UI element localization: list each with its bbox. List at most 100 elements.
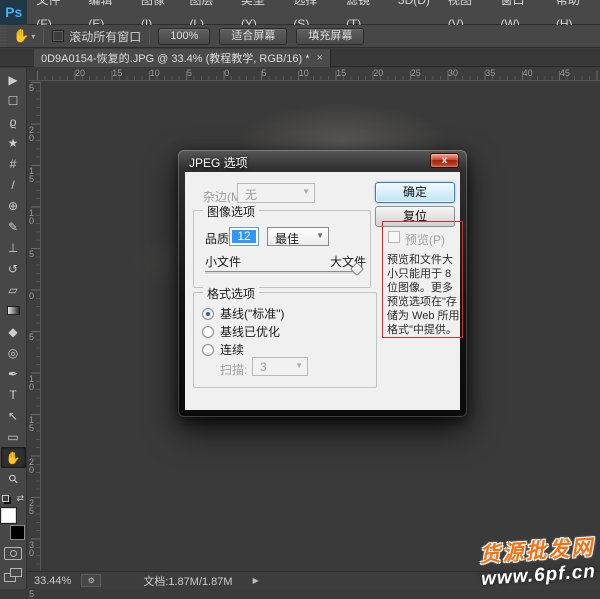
quick-mask-icon: [10, 550, 17, 557]
document-tab-bar: 0D9A0154-恢复的.JPG @ 33.4% (教程教学, RGB/16) …: [0, 49, 600, 67]
zoom-tool[interactable]: ⚲: [1, 468, 26, 489]
clone-stamp-tool-icon: ⊥: [8, 241, 18, 255]
healing-brush-tool-icon: ⊕: [8, 199, 18, 213]
ruler-label: 35: [485, 68, 495, 78]
marquee-tool[interactable]: ☐: [1, 90, 26, 111]
options-bar-button[interactable]: 填充屏幕: [296, 28, 364, 45]
swap-colors-icon[interactable]: ⇄: [16, 493, 24, 504]
type-tool[interactable]: T: [1, 384, 26, 405]
pen-tool[interactable]: ✒: [1, 363, 26, 384]
ruler-label: 30: [448, 68, 458, 78]
chevron-down-icon[interactable]: ▾: [31, 32, 35, 41]
eyedropper-tool[interactable]: /: [1, 174, 26, 195]
hand-tool[interactable]: ✋: [1, 447, 26, 468]
color-mini-row: ⇄: [2, 493, 24, 504]
zoom-tool-icon: ⚲: [5, 470, 21, 486]
brush-tool-icon: ✎: [8, 220, 18, 234]
hand-tool-icon: ✋: [6, 451, 21, 465]
scroll-all-windows-checkbox[interactable]: [52, 30, 64, 42]
color-swatches: [1, 508, 25, 540]
dodge-tool[interactable]: ◎: [1, 342, 26, 363]
move-tool[interactable]: ▶: [1, 69, 26, 90]
document-tab-title: 0D9A0154-恢复的.JPG @ 33.4% (教程教学, RGB/16) …: [41, 50, 310, 66]
radio-button-icon: [202, 308, 214, 320]
quality-preset-dropdown[interactable]: 最佳 ▼: [267, 227, 329, 246]
document-tab[interactable]: 0D9A0154-恢复的.JPG @ 33.4% (教程教学, RGB/16) …: [34, 49, 331, 67]
path-selection-tool[interactable]: ↖: [1, 405, 26, 426]
dialog-title: JPEG 选项: [189, 154, 248, 171]
dropdown-arrow-icon: ▼: [302, 187, 310, 196]
healing-brush-tool[interactable]: ⊕: [1, 195, 26, 216]
brush-tool[interactable]: ✎: [1, 216, 26, 237]
lasso-tool[interactable]: ϱ: [1, 111, 26, 132]
format-radio-option[interactable]: 基线已优化: [202, 323, 280, 340]
gradient-tool[interactable]: [1, 300, 26, 321]
dropdown-arrow-icon: ▼: [316, 231, 324, 240]
format-radio-option[interactable]: 基线("标准"): [202, 305, 285, 322]
dodge-tool-icon: ◎: [8, 346, 18, 360]
clone-stamp-tool[interactable]: ⊥: [1, 237, 26, 258]
blur-tool-icon: ◆: [8, 325, 17, 339]
divider: [43, 28, 44, 44]
blur-tool[interactable]: ◆: [1, 321, 26, 342]
ruler-label: 25: [411, 68, 421, 78]
quality-slider-track[interactable]: [205, 271, 360, 274]
ruler-label: 2 0: [29, 458, 34, 474]
quality-preset-value: 最佳: [275, 230, 299, 247]
zoom-level-field[interactable]: 33.44%: [34, 575, 71, 587]
eraser-tool[interactable]: ▱: [1, 279, 26, 300]
quick-mask-button[interactable]: [4, 547, 22, 560]
photoshop-logo: Ps: [0, 0, 27, 25]
move-tool-icon: ▶: [8, 73, 17, 87]
small-file-label: 小文件: [205, 253, 241, 270]
ruler-label: 10: [150, 68, 160, 78]
options-bar-button[interactable]: 适合屏幕: [219, 28, 287, 45]
ruler-label: 10: [299, 68, 309, 78]
hand-tool-icon[interactable]: ✋: [13, 28, 29, 44]
ruler-label: 1 5: [29, 167, 34, 183]
scroll-all-windows-label: 滚动所有窗口: [69, 28, 141, 45]
ruler-label: 45: [560, 68, 570, 78]
dialog-close-button[interactable]: x: [430, 153, 459, 168]
shape-tool[interactable]: ▭: [1, 426, 26, 447]
default-colors-icon[interactable]: [2, 495, 9, 502]
magic-wand-tool[interactable]: ★: [1, 132, 26, 153]
foreground-color-swatch[interactable]: [1, 508, 16, 523]
background-color-swatch[interactable]: [10, 525, 25, 540]
preview-checkbox: [388, 231, 400, 243]
ok-button[interactable]: 确定: [375, 182, 455, 203]
panel-grip-icon: [0, 25, 7, 47]
crop-tool[interactable]: #: [1, 153, 26, 174]
ruler-label: 15: [336, 68, 346, 78]
preview-checkbox-label: 预览(P): [405, 231, 445, 248]
marquee-tool-icon: ☐: [8, 94, 19, 108]
ruler-label: 3 0: [29, 541, 34, 557]
ruler-label: 0: [224, 68, 229, 78]
shape-tool-icon: ▭: [7, 430, 18, 444]
dialog-body: 杂边(M): 无 ▼ 确定 复位 图像选项 品质(Q): 12 最佳 ▼ 小文件…: [185, 172, 460, 410]
ruler-label: 20: [75, 68, 85, 78]
ruler-label: 1 5: [29, 416, 34, 432]
matte-value: 无: [245, 186, 257, 203]
image-options-legend: 图像选项: [203, 203, 259, 220]
ruler-label: 2 5: [29, 499, 34, 515]
document-size-info: 文档:1.87M/1.87M: [143, 573, 232, 589]
status-flyout-arrow-icon[interactable]: ▶: [253, 576, 259, 585]
divider: [149, 28, 150, 44]
scans-label: 扫描:: [220, 361, 247, 378]
history-brush-tool[interactable]: ↺: [1, 258, 26, 279]
ruler-label: 5: [262, 68, 267, 78]
options-bar-button[interactable]: 100%: [158, 28, 210, 45]
matte-dropdown: 无 ▼: [237, 183, 315, 203]
ruler-label: 1 0: [29, 209, 34, 225]
zoom-buttons: 100% 适合屏幕填充屏幕: [158, 28, 373, 45]
ruler-label: 40: [523, 68, 533, 78]
quality-input[interactable]: 12: [229, 227, 259, 246]
format-radio-option[interactable]: 连续: [202, 341, 244, 358]
vertical-ruler: 52 01 51 05051 01 52 02 53 03 5: [28, 82, 41, 589]
screen-mode-button[interactable]: [4, 568, 22, 582]
crop-tool-icon: #: [10, 157, 17, 171]
status-icon[interactable]: ⚙: [81, 574, 101, 587]
tab-close-icon[interactable]: ×: [317, 52, 323, 64]
lasso-tool-icon: ϱ: [10, 115, 17, 129]
